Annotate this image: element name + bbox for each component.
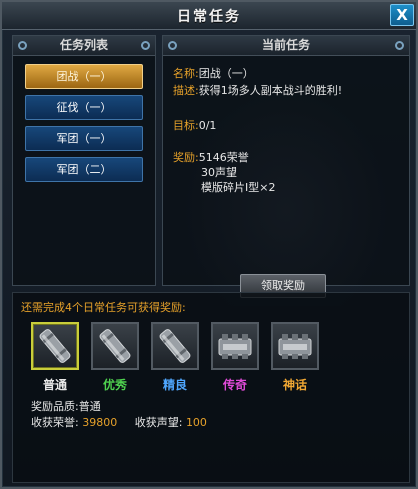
background-character-art — [163, 66, 409, 306]
task-list-header: 任务列表 — [13, 36, 155, 56]
honor-label: 收获荣誉: — [31, 416, 79, 429]
header-ornament-icon — [168, 41, 177, 50]
reward-tier-label: 传奇 — [222, 378, 247, 392]
reward-tier-mythic[interactable]: 神话 — [271, 322, 319, 393]
task-name-label: 名称: — [173, 67, 199, 80]
reward-slot[interactable] — [31, 322, 79, 370]
header-ornament-icon — [141, 41, 150, 50]
machine-module-icon — [278, 334, 312, 359]
task-reward-line: 模版碎片Ⅰ型×2 — [201, 181, 276, 194]
task-reward-row: 奖励:5146荣誉 — [173, 150, 249, 165]
reward-quality-label: 奖励品质: — [31, 400, 79, 413]
reward-tier-label: 神话 — [282, 378, 307, 392]
current-task-header: 当前任务 — [163, 36, 409, 56]
task-desc-value: 获得1场多人副本战斗的胜利! — [198, 84, 343, 97]
task-item-legion-1[interactable]: 军团（一） — [25, 126, 143, 151]
fame-value: 100 — [185, 416, 207, 429]
reward-slot[interactable] — [91, 322, 139, 370]
current-task-panel: 当前任务 名称:团战（一） 描述:获得1场多人副本战斗的胜利! 目标:0/1 奖… — [162, 35, 410, 306]
daily-task-window: 日常任务 X 任务列表 团战（一） 征伐（一） 军团（一） 军团（二） 当前任务… — [0, 0, 418, 489]
task-goal-label: 目标: — [173, 119, 199, 132]
bonus-reward-section: 还需完成4个日常任务可获得奖励: 普通 优秀 精良 传奇 神话 奖励品质:普通 … — [12, 292, 410, 483]
task-desc-row: 描述:获得1场多人副本战斗的胜利! — [173, 83, 342, 98]
reward-tier-label: 优秀 — [102, 378, 127, 392]
task-goal-row: 目标:0/1 — [173, 118, 216, 133]
cylinder-shell-icon — [99, 329, 131, 363]
reward-tier-excellent[interactable]: 优秀 — [91, 322, 139, 393]
reward-tier-label: 普通 — [42, 378, 67, 392]
fame-label: 收获声望: — [134, 416, 183, 429]
task-item-expedition-1[interactable]: 征伐（一） — [25, 95, 143, 120]
title-bar[interactable]: 日常任务 X — [2, 2, 416, 30]
task-list-panel: 任务列表 团战（一） 征伐（一） 军团（一） 军团（二） — [12, 35, 156, 286]
reward-slot[interactable] — [151, 322, 199, 370]
task-item-legion-2[interactable]: 军团（二） — [25, 157, 143, 182]
task-reward-line-2: 30声望 — [201, 165, 237, 180]
task-item-team-battle-1[interactable]: 团战（一） — [25, 64, 143, 89]
close-button[interactable]: X — [390, 4, 414, 26]
header-ornament-icon — [395, 41, 404, 50]
reward-stats-row: 收获荣誉: 39800 收获声望: 100 — [31, 415, 207, 431]
reward-tier-fine[interactable]: 精良 — [151, 322, 199, 393]
bonus-hint: 还需完成4个日常任务可获得奖励: — [21, 301, 186, 314]
reward-quality-value: 普通 — [78, 400, 101, 413]
header-ornament-icon — [18, 41, 27, 50]
task-reward-line: 30声望 — [201, 166, 237, 179]
machine-module-icon — [218, 334, 252, 359]
task-reward-line: 5146荣誉 — [198, 151, 249, 164]
reward-quality-row: 奖励品质:普通 — [31, 399, 207, 415]
task-name-value: 团战（一） — [198, 67, 254, 80]
reward-tier-legendary[interactable]: 传奇 — [211, 322, 259, 393]
task-reward-label: 奖励: — [173, 151, 199, 164]
reward-tier-label: 精良 — [162, 378, 187, 392]
reward-slot[interactable] — [271, 322, 319, 370]
task-goal-value: 0/1 — [198, 119, 217, 132]
task-list-title: 任务列表 — [59, 38, 108, 52]
task-reward-line-3: 模版碎片Ⅰ型×2 — [201, 180, 275, 195]
task-desc-label: 描述: — [173, 84, 199, 97]
reward-slot[interactable] — [211, 322, 259, 370]
honor-value: 39800 — [82, 416, 118, 429]
cylinder-shell-icon — [39, 329, 71, 363]
reward-summary: 奖励品质:普通 收获荣誉: 39800 收获声望: 100 — [31, 399, 207, 431]
reward-tier-normal[interactable]: 普通 — [31, 322, 79, 393]
window-title: 日常任务 — [177, 9, 241, 25]
task-name-row: 名称:团战（一） — [173, 66, 254, 81]
cylinder-shell-icon — [159, 329, 191, 363]
current-task-title: 当前任务 — [261, 38, 310, 52]
